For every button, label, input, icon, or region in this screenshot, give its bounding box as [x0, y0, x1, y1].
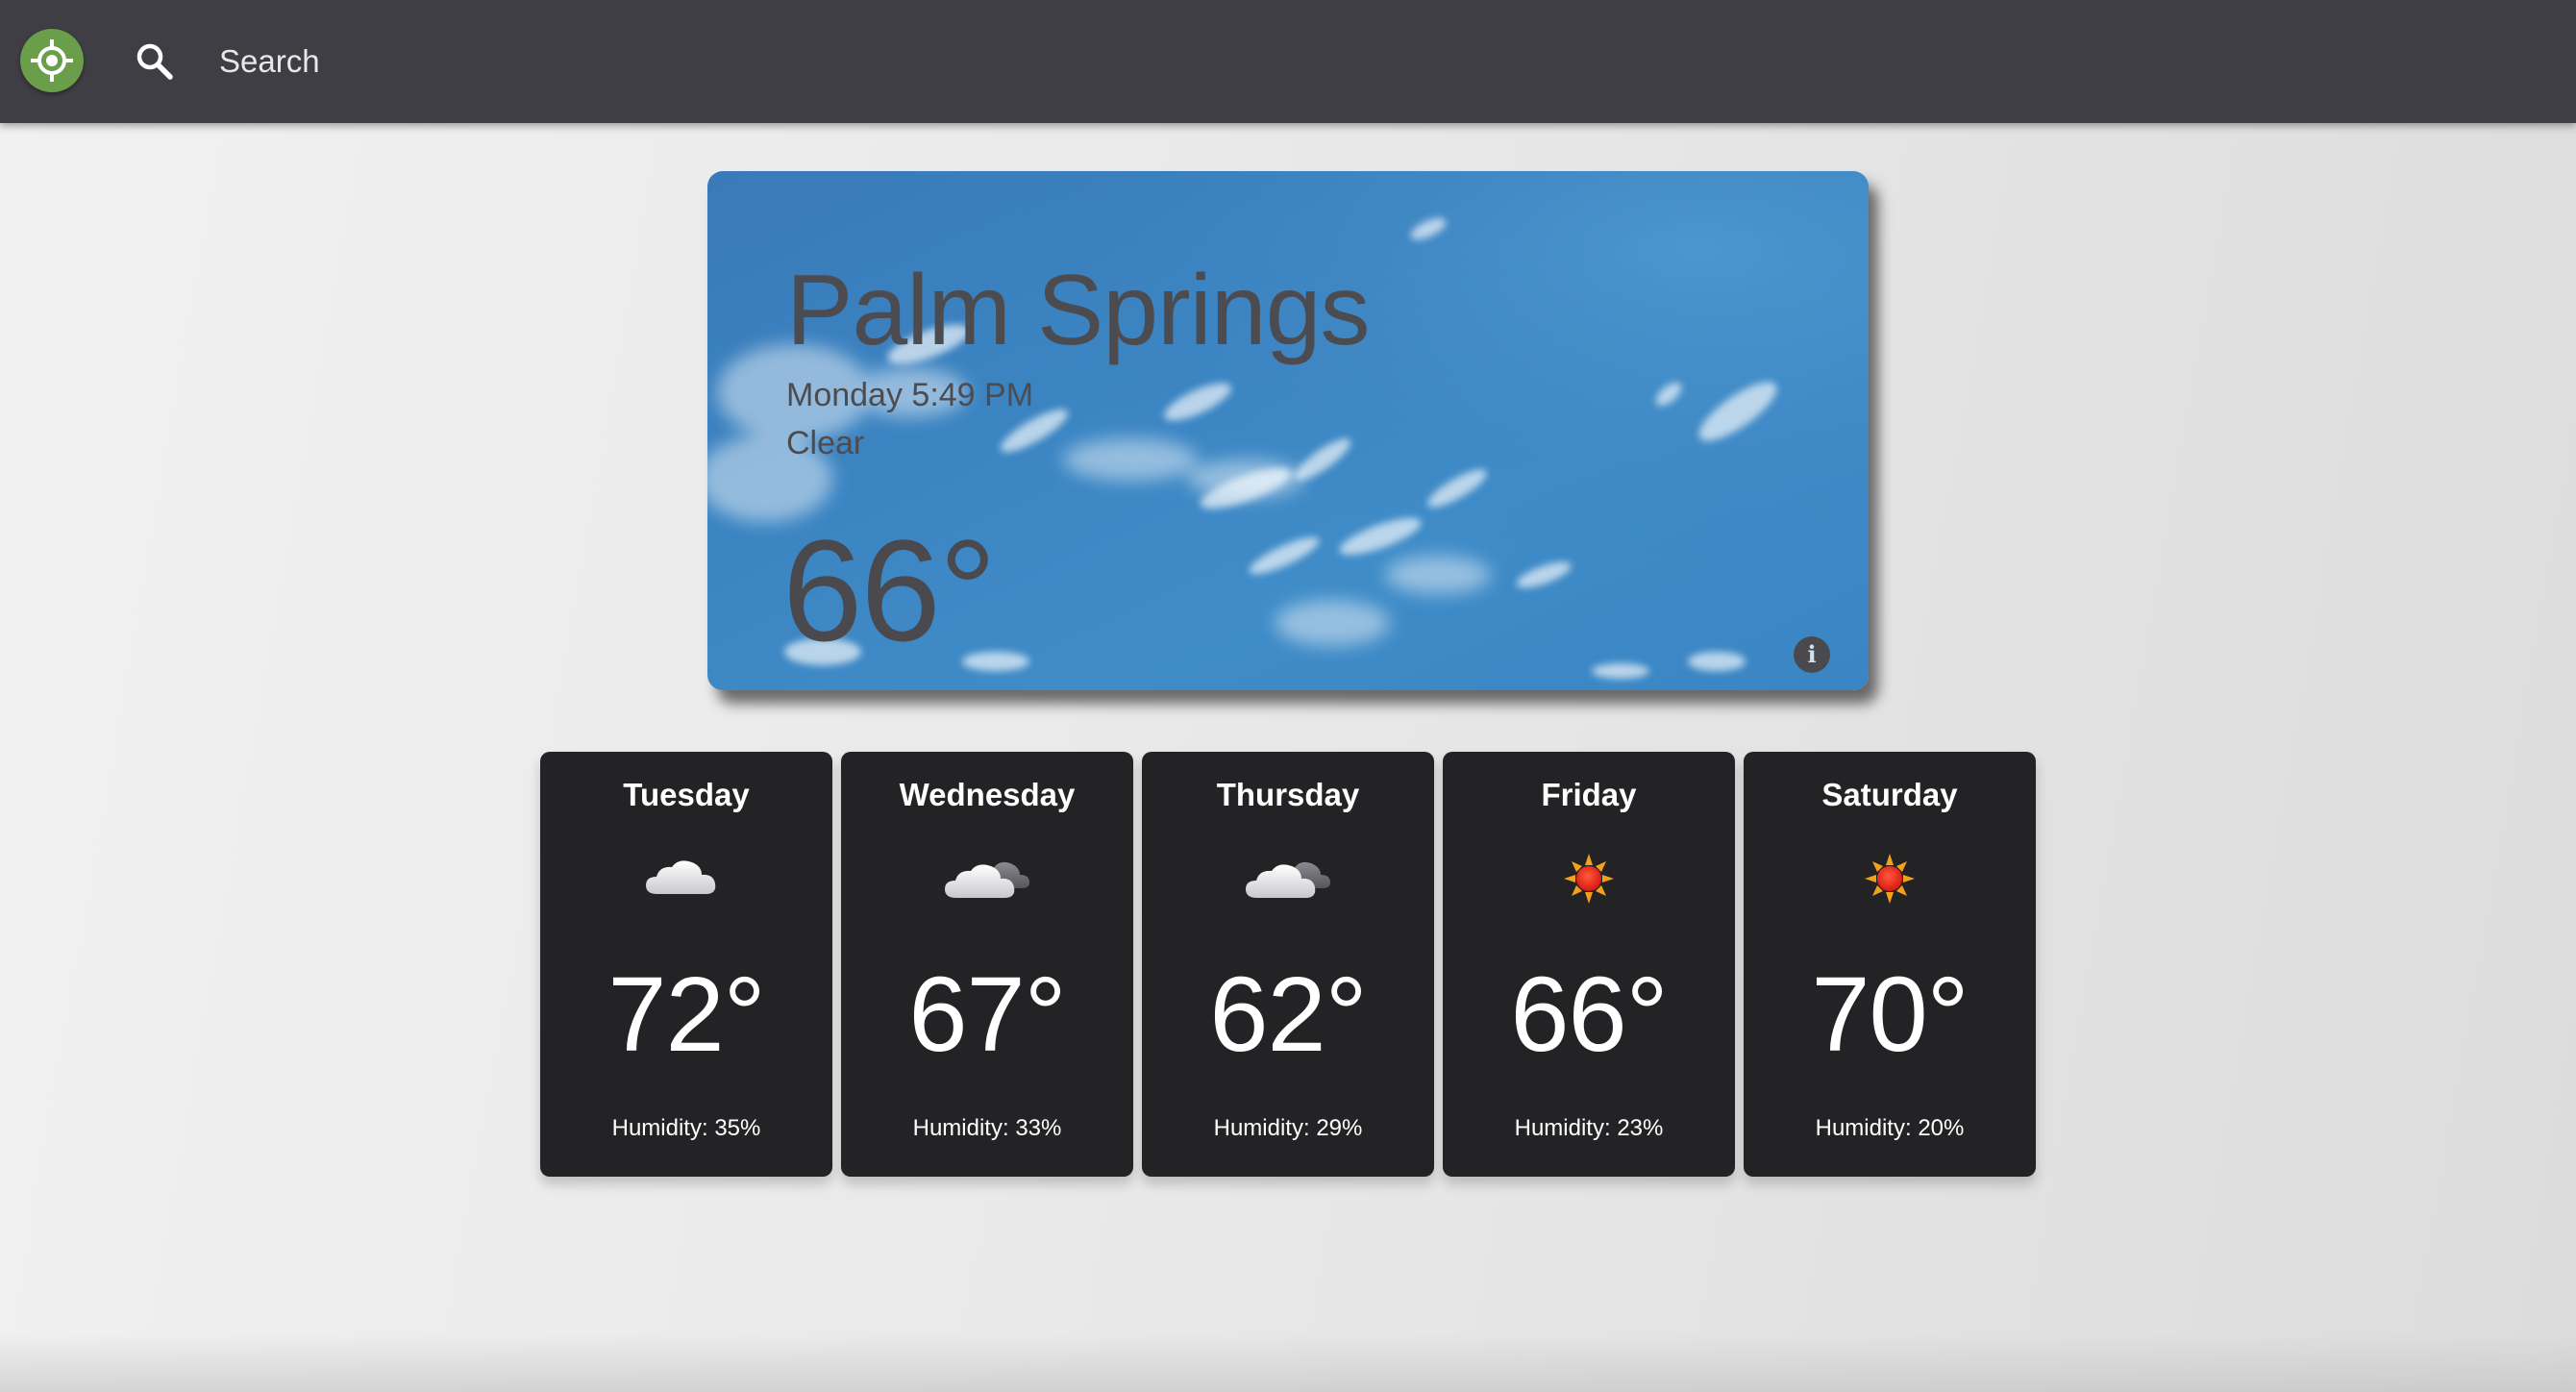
date-time: Monday 5:49 PM: [786, 377, 1034, 413]
cloudy-icon: [945, 861, 1029, 898]
bottom-shadow: [0, 1334, 2576, 1392]
forecast-card-tuesday: Tuesday 72° Humidity: 35%: [540, 752, 832, 1177]
current-temperature: 66°: [782, 510, 997, 671]
forecast-temperature: 66°: [1510, 956, 1668, 1074]
forecast-card-wednesday: Wednesday 67° Humidity: 33%: [841, 752, 1133, 1177]
forecast-card-saturday: Saturday 70° Humidity: 20%: [1744, 752, 2036, 1177]
cloud-icon: [646, 860, 716, 894]
forecast-humidity: Humidity: 20%: [1815, 1115, 1965, 1141]
locate-button[interactable]: [20, 29, 84, 92]
search-input[interactable]: [211, 33, 900, 90]
forecast-temperature: 67°: [908, 956, 1066, 1074]
weather-condition: Clear: [786, 425, 865, 461]
city-name: Palm Springs: [786, 255, 1370, 366]
search-icon[interactable]: [135, 41, 175, 82]
info-icon[interactable]: i: [1794, 636, 1830, 673]
forecast-day: Friday: [1541, 777, 1637, 812]
forecast-card-friday: Friday 66° Humidity: 23%: [1443, 752, 1735, 1177]
forecast-humidity: Humidity: 23%: [1514, 1115, 1664, 1141]
forecast-temperature: 72°: [607, 956, 765, 1074]
forecast-card-thursday: Thursday 62° Humidity: 29%: [1142, 752, 1434, 1177]
current-weather-card: Palm Springs Monday 5:49 PM Clear 66° i: [707, 171, 1869, 690]
forecast-temperature: 70°: [1811, 956, 1969, 1074]
sun-icon: [1564, 854, 1614, 904]
crosshair-icon: [31, 39, 73, 82]
forecast-temperature: 62°: [1209, 956, 1367, 1074]
forecast-day: Tuesday: [623, 777, 750, 812]
top-bar: [0, 0, 2576, 123]
forecast-humidity: Humidity: 35%: [611, 1115, 761, 1141]
forecast-day: Wednesday: [899, 777, 1076, 812]
forecast-humidity: Humidity: 29%: [1213, 1115, 1363, 1141]
forecast-humidity: Humidity: 33%: [912, 1115, 1062, 1141]
forecast-day: Saturday: [1821, 777, 1958, 812]
forecast-day: Thursday: [1216, 777, 1360, 812]
sun-icon: [1865, 854, 1915, 904]
cloudy-icon: [1246, 861, 1330, 898]
